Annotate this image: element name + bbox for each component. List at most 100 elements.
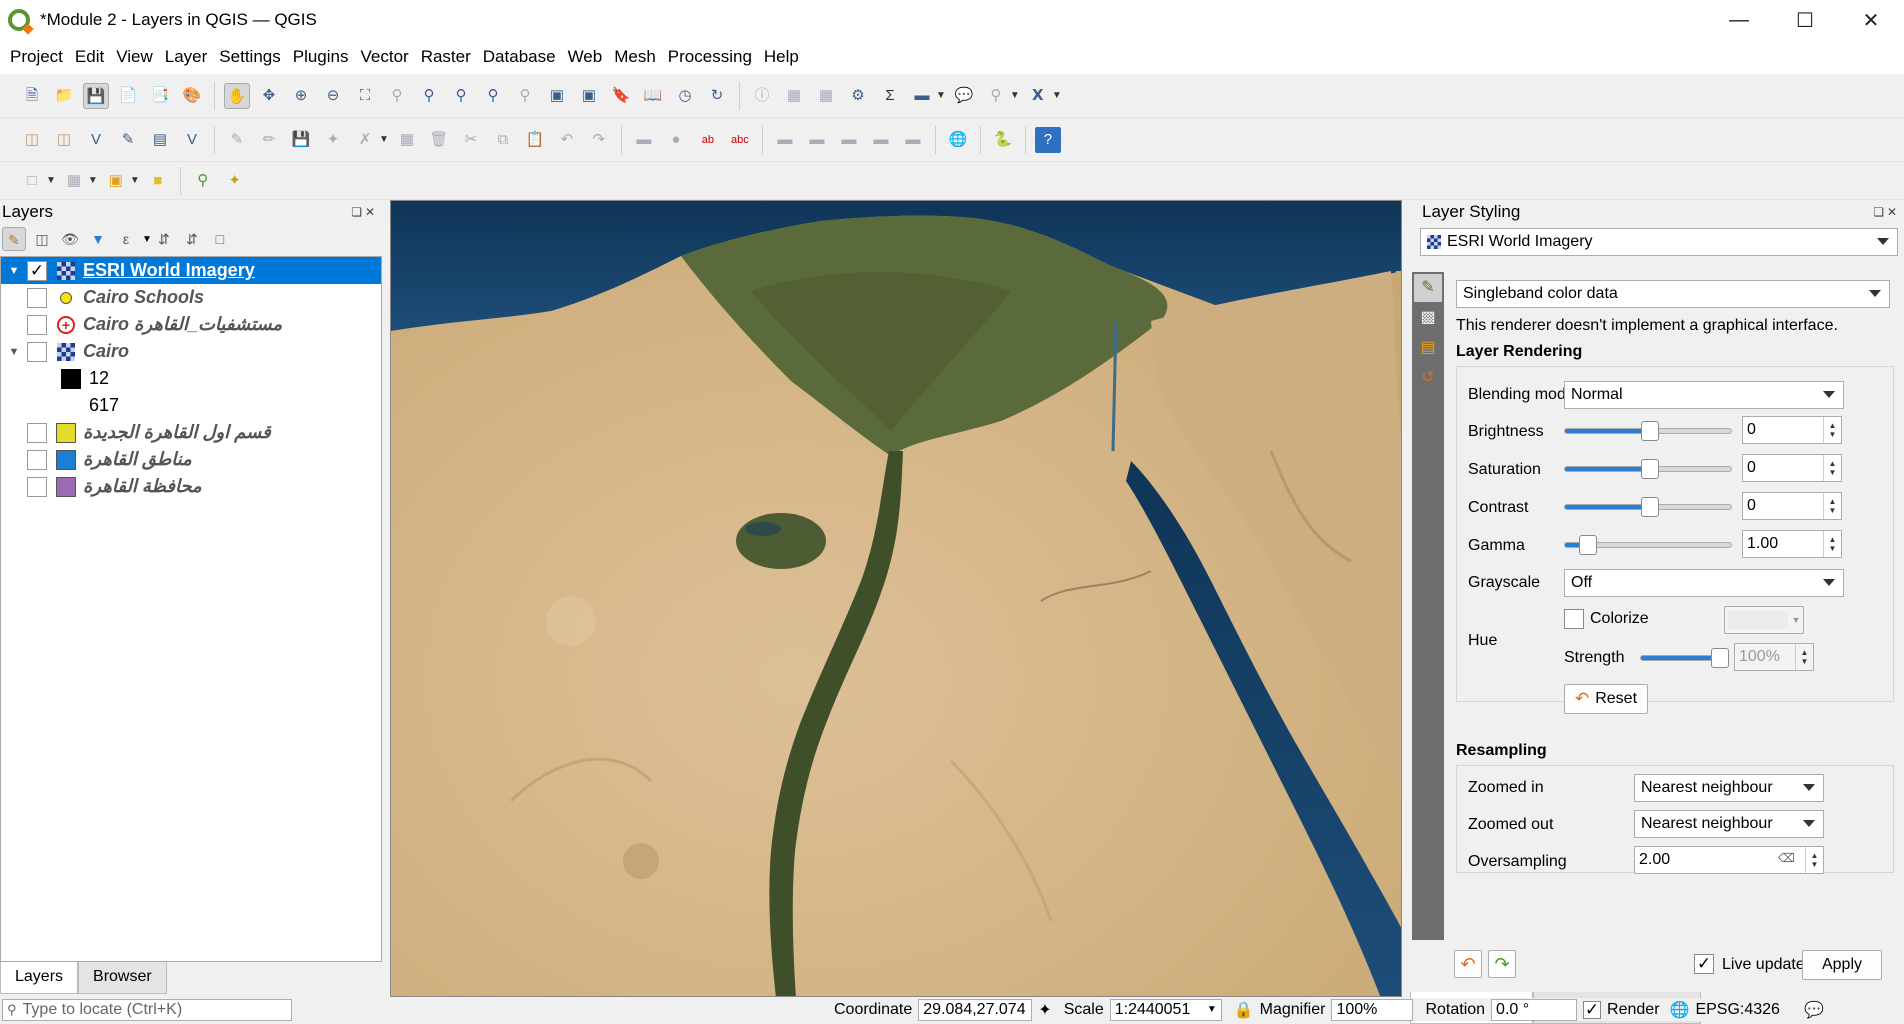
georeferencer-icon[interactable]: ⚲ [190,168,216,194]
clear-icon[interactable]: ⌫ [1778,851,1795,865]
tab-layers[interactable]: Layers [0,962,79,994]
save-project-icon[interactable]: 💾 [83,82,109,109]
label-toolbar-icon[interactable]: ▬ [631,127,657,153]
new-shapefile-layer-icon[interactable]: V [83,127,109,153]
add-vector-layer-icon[interactable]: V [179,127,205,153]
add-group-icon[interactable]: ◫ [30,227,54,251]
menu-edit[interactable]: Edit [69,47,110,67]
layer-visibility-checkbox[interactable] [27,314,47,335]
map-tips-icon[interactable]: 💬 [951,83,977,109]
quickmapservices-icon[interactable]: 🌐 [945,127,971,153]
slider-handle[interactable] [1641,421,1659,441]
menu-mesh[interactable]: Mesh [608,47,662,67]
contrast-slider[interactable] [1564,497,1732,517]
text-annotation-icon[interactable]: 𝗫 [1025,83,1051,109]
zoomed-out-combo[interactable]: Nearest neighbour [1634,810,1824,838]
layout-manager-icon[interactable]: 📑 [147,83,173,109]
menu-web[interactable]: Web [562,47,609,67]
new-geopackage-layer-icon[interactable]: ◫ [51,127,77,153]
live-update-checkbox[interactable]: ✓ [1694,954,1714,974]
open-attribute-table-icon[interactable]: ▦ [781,83,807,109]
zoom-to-selection-icon[interactable]: ⚲ [384,83,410,109]
new-map-view-icon[interactable]: ▣ [544,83,570,109]
statistical-summary-icon[interactable]: Σ [877,83,903,109]
grayscale-combo[interactable]: Off [1564,569,1844,597]
dock-float-close-icon[interactable]: ❏✕ [351,205,378,219]
render-checkbox[interactable]: ✓ [1583,1000,1602,1019]
locator-input[interactable]: ⚲ Type to locate (Ctrl+K) [2,998,292,1021]
layer-visibility-checkbox[interactable] [27,287,47,308]
delete-selected-icon[interactable]: 🗑 [426,127,452,153]
current-edits-icon[interactable]: ✎ [224,127,250,153]
menu-database[interactable]: Database [477,47,562,67]
dock-float-close-icon[interactable]: ❏✕ [1873,205,1900,219]
select-all-icon[interactable]: ■ [145,168,171,194]
close-window-button[interactable]: ✕ [1838,0,1904,40]
crs-icon[interactable]: 🌐 [1670,1000,1690,1020]
modify-attributes-icon[interactable]: ▦ [394,127,420,153]
temporal-controller-icon[interactable]: ◷ [672,83,698,109]
colorize-color-button[interactable]: ▼ [1724,606,1804,634]
menu-project[interactable]: Project [4,47,69,67]
pan-map-icon[interactable]: ✋ [224,82,250,109]
menu-plugins[interactable]: Plugins [287,47,355,67]
data-source-manager-icon[interactable]: ◫ [19,127,45,153]
add-feature-icon[interactable]: ✦ [320,127,346,153]
zoom-next-icon[interactable]: ⚲ [512,83,538,109]
map-canvas[interactable] [390,200,1402,997]
vertex-tool-icon[interactable]: ✗ [352,127,378,153]
layer-item-cairo[interactable]: ▼ Cairo [1,338,381,365]
reset-button[interactable]: ↶ Reset [1564,684,1648,714]
magnifier-spinbox[interactable]: 100% [1331,998,1414,1021]
strength-spinbox[interactable]: 100% ▲ ▼ [1734,643,1814,671]
menu-settings[interactable]: Settings [213,47,286,67]
new-project-icon[interactable]: 🗎 [19,83,45,109]
new-3d-map-view-icon[interactable]: ▣ [576,83,602,109]
rotation-spinbox[interactable]: 0.0 ° [1491,998,1578,1021]
filter-legend-icon[interactable]: ▼ [86,227,110,251]
gamma-spinbox[interactable]: 1.00 ▲ ▼ [1742,530,1842,558]
brightness-spinbox[interactable]: 0 ▲ ▼ [1742,416,1842,444]
python-console-icon[interactable]: 🐍 [990,127,1016,153]
menu-processing[interactable]: Processing [662,47,758,67]
remove-layer-icon[interactable]: □ [208,227,232,251]
history-icon[interactable]: ↺ [1414,364,1442,392]
style-panel-icon[interactable]: ✎ [2,227,26,251]
contrast-spinbox[interactable]: 0 ▲ ▼ [1742,492,1842,520]
toggle-extents-icon[interactable]: ✦ [1038,1000,1051,1020]
layer-item-cairo-schools[interactable]: Cairo Schools [1,284,381,311]
transparency-icon[interactable]: ▩ [1414,304,1442,332]
save-layer-edits-icon[interactable]: 💾 [288,127,314,153]
menu-layer[interactable]: Layer [159,47,214,67]
layer-visibility-checkbox[interactable] [27,449,47,470]
show-bookmarks-icon[interactable]: 📖 [640,83,666,109]
minimize-button[interactable]: — [1706,0,1772,40]
scale-combo[interactable]: 1:2440051 ▼ [1109,998,1222,1021]
pan-to-selection-icon[interactable]: ✥ [256,83,282,109]
layer-visibility-checkbox[interactable] [27,422,47,443]
apply-button[interactable]: Apply [1802,950,1882,980]
zoom-full-icon[interactable]: ⛶ [352,83,378,109]
zoom-native-icon[interactable]: ⚲ [448,83,474,109]
coordinate-field[interactable]: 29.084,27.074 [918,998,1033,1021]
saturation-spinbox[interactable]: 0 ▲ ▼ [1742,454,1842,482]
renderer-combo[interactable]: Singleband color data [1456,280,1890,308]
open-project-icon[interactable]: 📁 [51,83,77,109]
paste-features-icon[interactable]: 📋 [522,127,548,153]
slider-handle[interactable] [1579,535,1597,555]
undo-style-button[interactable]: ↶ [1454,950,1482,978]
messages-icon[interactable]: 💬 [1804,1000,1824,1020]
undo-icon[interactable]: ↶ [554,127,580,153]
layer-visibility-checkbox[interactable] [27,341,47,362]
select-location-icon[interactable]: ⚲ [983,83,1009,109]
oversampling-field[interactable]: 2.00 ⌫ ▲ ▼ [1634,846,1824,874]
tab-browser[interactable]: Browser [78,962,167,994]
menu-help[interactable]: Help [758,47,805,67]
collapse-all-icon[interactable]: ⇵ [180,227,204,251]
menu-raster[interactable]: Raster [415,47,477,67]
move-label-icon[interactable]: ▬ [772,127,798,153]
help-contents-icon[interactable]: ? [1034,126,1061,153]
slider-handle[interactable] [1641,459,1659,479]
collapse-arrow-icon[interactable]: ▼ [1,265,27,277]
zoom-last-icon[interactable]: ⚲ [480,83,506,109]
